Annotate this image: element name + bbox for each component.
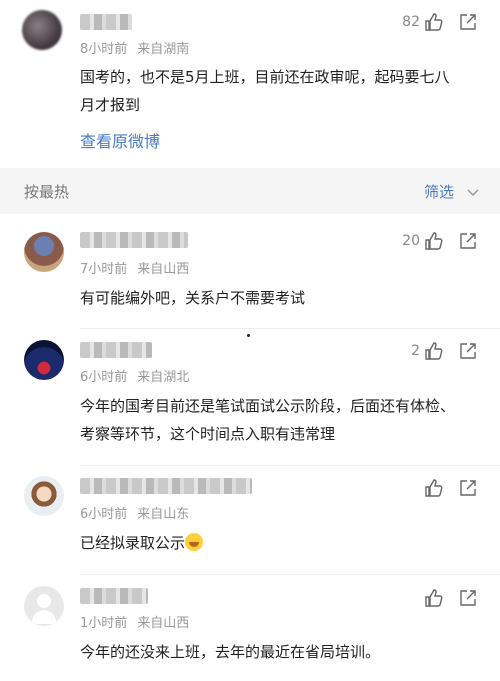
comment-meta: 6小时前 来自湖北 xyxy=(80,366,189,385)
comment-location: 来自湖北 xyxy=(137,370,190,385)
comment-actions xyxy=(424,478,478,498)
cursor-dot xyxy=(247,334,250,337)
comment-time: 7小时前 xyxy=(80,262,128,277)
share-icon[interactable] xyxy=(458,588,478,608)
sort-hot-label[interactable]: 按最热 xyxy=(24,181,69,202)
comment-meta: 6小时前 来自山东 xyxy=(80,503,189,522)
comment-actions xyxy=(424,588,478,608)
comment-actions: 20 xyxy=(402,231,478,251)
girl-avatar[interactable] xyxy=(24,476,64,516)
comment-time: 1小时前 xyxy=(80,616,128,631)
comment-divider xyxy=(80,328,500,329)
sort-bar: 按最热 筛选 xyxy=(0,168,500,214)
comment-location: 来自山东 xyxy=(137,507,190,522)
share-icon[interactable] xyxy=(458,478,478,498)
comment-meta: 1小时前 来自山西 xyxy=(80,612,189,631)
comment-divider xyxy=(80,465,500,466)
like-count: 2 xyxy=(411,343,420,359)
username-blurred[interactable] xyxy=(80,478,252,494)
default-avatar[interactable] xyxy=(24,586,64,626)
comment-text: 有可能编外吧，关系户不需要考试 xyxy=(80,289,306,307)
username-blurred[interactable] xyxy=(80,14,132,30)
thumbs-up-icon[interactable] xyxy=(424,478,444,498)
comment-location: 来自山西 xyxy=(137,262,190,277)
share-icon[interactable] xyxy=(458,231,478,251)
night-avatar[interactable] xyxy=(24,340,64,380)
comment-actions: 82 xyxy=(402,12,478,32)
comment-location: 来自山西 xyxy=(137,616,190,631)
comment-meta: 8小时前 来自湖南 xyxy=(80,38,189,57)
username-blurred[interactable] xyxy=(80,588,148,604)
comment-text: 今年的国考目前还是笔试面试公示阶段，后面还有体检、考察等环节，这个时间点入职有违… xyxy=(80,397,456,443)
share-icon[interactable] xyxy=(458,12,478,32)
share-icon[interactable] xyxy=(458,341,478,361)
thumbs-up-icon[interactable] xyxy=(424,341,444,361)
comment-time: 6小时前 xyxy=(80,507,128,522)
thumbs-up-icon[interactable] xyxy=(424,588,444,608)
tree-avatar[interactable] xyxy=(24,232,64,272)
comment-time: 6小时前 xyxy=(80,370,128,385)
comment-divider xyxy=(80,574,500,575)
avatar[interactable] xyxy=(22,10,62,50)
comment-time: 8小时前 xyxy=(80,42,128,57)
username-blurred[interactable] xyxy=(80,232,188,248)
comment-text: 国考的，也不是5月上班，目前还在政审呢，起码要七八月才报到 xyxy=(80,68,450,114)
comment-text: 已经拟录取公示 xyxy=(80,534,186,552)
chevron-down-icon xyxy=(466,185,480,199)
username-blurred[interactable] xyxy=(80,342,152,358)
thumbs-up-icon[interactable] xyxy=(424,231,444,251)
comment-meta: 7小时前 来自山西 xyxy=(80,258,189,277)
comment-text-row: 已经拟录取公示 xyxy=(80,529,460,557)
like-count: 82 xyxy=(402,14,420,30)
comment-text: 今年的还没来上班，去年的最近在省局培训。 xyxy=(80,643,381,661)
laugh-cry-emoji-icon xyxy=(185,533,204,551)
like-count: 20 xyxy=(402,233,420,249)
view-original-link[interactable]: 查看原微博 xyxy=(80,128,160,152)
comment-actions: 2 xyxy=(411,341,478,361)
filter-button[interactable]: 筛选 xyxy=(424,181,480,202)
comment-location: 来自湖南 xyxy=(137,42,190,57)
thumbs-up-icon[interactable] xyxy=(424,12,444,32)
filter-label: 筛选 xyxy=(423,183,454,201)
